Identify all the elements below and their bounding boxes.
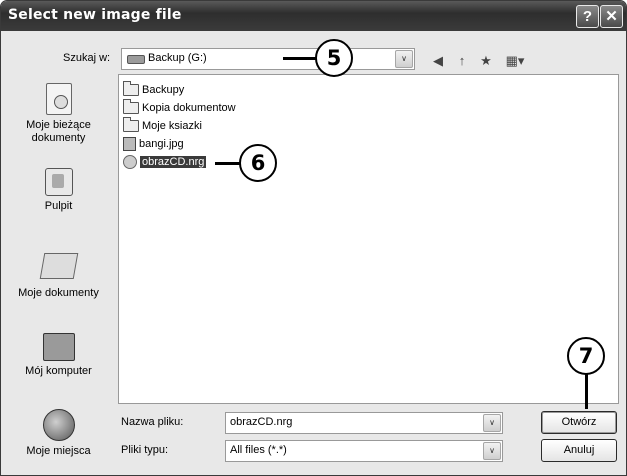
new-folder-icon[interactable]: ★ [477, 52, 495, 70]
open-button[interactable]: Otwórz [541, 411, 617, 434]
recent-documents-icon [45, 83, 72, 115]
place-label: Pulpit [44, 200, 73, 212]
place-label: Moje bieżące dokumenty [26, 119, 91, 144]
filetype-dropdown-button[interactable]: ∨ [483, 442, 501, 460]
cancel-button[interactable]: Anuluj [541, 439, 617, 462]
close-button[interactable]: ✕ [600, 5, 623, 28]
filename-input[interactable]: obrazCD.nrg ∨ [225, 412, 503, 434]
callout-7: 7 [567, 337, 605, 375]
help-button[interactable]: ? [576, 5, 599, 28]
list-item[interactable]: bangi.jpg [123, 136, 184, 152]
callout-5: 5 [315, 39, 353, 77]
list-item[interactable]: Moje ksiazki [123, 117, 202, 134]
folder-icon [123, 99, 139, 115]
filename-dropdown-button[interactable]: ∨ [483, 414, 501, 432]
filename-label: Nazwa pliku: [121, 416, 184, 428]
place-network[interactable]: Moje miejsca [6, 409, 111, 458]
desktop-icon [44, 168, 73, 196]
title-bar[interactable]: Select new image file ? ✕ [1, 1, 626, 31]
back-icon[interactable]: ◀ [429, 52, 447, 70]
place-label: Moje dokumenty [18, 287, 99, 299]
drive-icon [127, 55, 145, 64]
list-item[interactable]: Kopia dokumentow [123, 99, 236, 116]
callout-5-line [283, 57, 317, 60]
place-label: Moje miejsca [26, 445, 91, 457]
list-item[interactable]: Backupy [123, 81, 184, 98]
filename-value: obrazCD.nrg [230, 416, 293, 428]
folder-icon [123, 81, 139, 97]
list-item-selected[interactable]: obrazCD.nrg [123, 154, 207, 170]
lookin-value: Backup (G:) [148, 52, 207, 64]
callout-7-line [585, 373, 588, 409]
network-places-icon [42, 409, 75, 441]
places-bar: Moje bieżące dokumenty Pulpit Moje dokum… [6, 73, 111, 468]
place-desktop[interactable]: Pulpit [6, 168, 111, 213]
file-list[interactable]: Backupy Kopia dokumentow Moje ksiazki ba… [118, 74, 619, 404]
disc-image-icon [123, 155, 137, 170]
place-my-documents[interactable]: Moje dokumenty [6, 253, 111, 300]
up-folder-icon[interactable]: ↑ [453, 52, 471, 70]
place-label: Mój komputer [25, 365, 92, 377]
lookin-combo[interactable]: Backup (G:) ∨ [121, 48, 415, 70]
lookin-dropdown-button[interactable]: ∨ [395, 50, 413, 68]
my-documents-icon [39, 253, 78, 279]
place-my-computer[interactable]: Mój komputer [6, 333, 111, 378]
place-recent-documents[interactable]: Moje bieżące dokumenty [6, 83, 111, 145]
my-computer-icon [42, 333, 75, 361]
folder-icon [123, 117, 139, 133]
dialog-title: Select new image file [8, 7, 182, 23]
callout-6-line [215, 162, 241, 165]
image-file-icon [123, 137, 136, 152]
file-dialog: Select new image file ? ✕ Szukaj w: Back… [0, 0, 627, 476]
lookin-label: Szukaj w: [63, 52, 111, 64]
callout-6: 6 [239, 144, 277, 182]
views-menu-icon[interactable]: ▦▾ [501, 52, 529, 70]
filetype-label: Pliki typu: [121, 444, 169, 456]
filetype-value: All files (*.*) [230, 444, 287, 456]
filetype-select[interactable]: All files (*.*) ∨ [225, 440, 503, 462]
